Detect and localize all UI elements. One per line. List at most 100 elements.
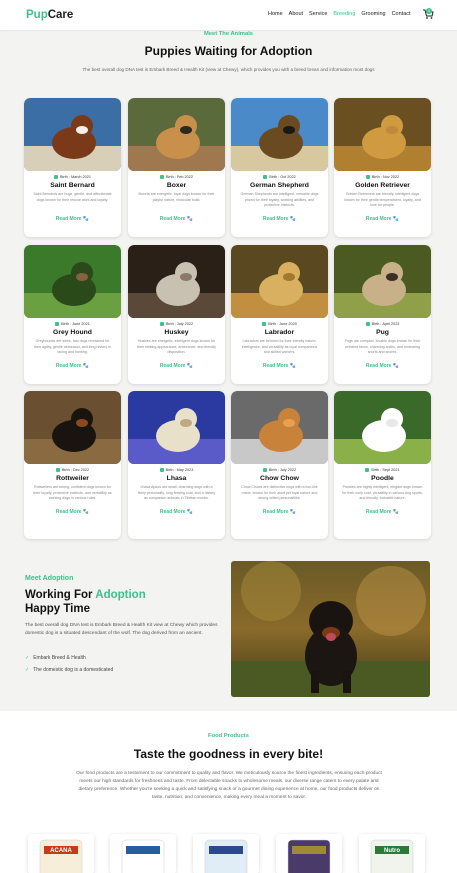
birth-date-text: Birth : Sept 2021 [371, 468, 400, 472]
puppy-photo [334, 98, 431, 171]
food-product-image [193, 834, 259, 873]
puppy-name: Saint Bernard [50, 182, 95, 189]
read-more-link[interactable]: Read More 🐾 [24, 509, 121, 515]
read-more-link[interactable]: Read More 🐾 [128, 363, 225, 369]
puppy-description: Saint Bernards are huge, gentle, and aff… [33, 192, 112, 202]
adoption-eyebrow: Meet Adoption [25, 575, 74, 582]
nav-item-home[interactable]: Home [268, 11, 283, 17]
puppy-card: Birth : June 2020 Labrador Labradors are… [231, 245, 328, 384]
read-more-link[interactable]: Read More 🐾 [128, 216, 225, 222]
birth-date-text: Birth : May 2023 [165, 468, 194, 472]
calendar-icon [159, 322, 164, 326]
food-product-card[interactable]: ACANA [28, 834, 94, 873]
site-logo[interactable]: PupCare [26, 9, 73, 21]
birth-date-text: Birth : Oct 2022 [269, 175, 296, 179]
read-more-link[interactable]: Read More 🐾 [24, 216, 121, 222]
puppy-photo [334, 245, 431, 318]
read-more-link[interactable]: Read More 🐾 [128, 509, 225, 515]
nav-item-service[interactable]: Service [309, 11, 327, 17]
food-product-card[interactable] [110, 834, 176, 873]
read-more-link[interactable]: Read More 🐾 [231, 216, 328, 222]
food-product-card[interactable]: Nutro [359, 834, 425, 873]
calendar-icon [263, 175, 268, 179]
birth-date: Birth : Nov 2022 [334, 175, 431, 179]
rottweiler-photo [231, 561, 430, 697]
adoption-title: Working For Adoption Happy Time [25, 588, 215, 616]
birth-date: Birth : March 2021 [24, 175, 121, 179]
puppy-description: Lhasa Apsos are small, charming dogs wit… [137, 485, 216, 501]
read-more-label: Read More [55, 509, 82, 515]
nav-item-contact[interactable]: Contact [392, 11, 411, 17]
puppy-photo [24, 391, 121, 464]
check-icon: ✓ [25, 655, 30, 661]
birth-date-text: Birth : Feb 2022 [165, 175, 194, 179]
birth-date-text: Birth : July 2022 [268, 468, 297, 472]
puppy-photo [128, 391, 225, 464]
puppy-photo [334, 391, 431, 464]
read-more-link[interactable]: Read More 🐾 [334, 363, 431, 369]
birth-date: Birth : Dec 2022 [24, 468, 121, 472]
puppy-photo [231, 245, 328, 318]
paw-icon: 🐾 [392, 509, 400, 515]
food-product-image: ACANA [28, 834, 94, 873]
logo-text-care: Care [47, 9, 74, 21]
puppy-card: Birth : Sept 2021 Poodle Poodles are hig… [334, 391, 431, 539]
puppy-card: Birth : July 2022 Huskey Huskies are ene… [128, 245, 225, 384]
checklist-item: ✓ Embark Breed & Health [25, 655, 113, 661]
birth-date: Birth : Feb 2022 [128, 175, 225, 179]
birth-date-text: Birth : Nov 2022 [371, 175, 400, 179]
puppy-card: Birth : June 2021 Grey Hound Greyhounds … [24, 245, 121, 384]
food-title: Taste the goodness in every bite! [133, 747, 324, 761]
puppy-card: Birth : Dec 2022 Rottweiler Rottweilers … [24, 391, 121, 539]
checklist-item-label: Embark Breed & Health [33, 655, 86, 661]
food-product-image: Nutro [359, 834, 425, 873]
paw-icon: 🐾 [186, 216, 194, 222]
nav-item-grooming[interactable]: Grooming [361, 11, 385, 17]
puppy-card: Birth : Feb 2022 Boxer Boxers are energe… [128, 98, 225, 237]
puppy-description: Pugs are compact, lovable dogs known for… [344, 339, 421, 355]
puppy-name: Chow Chow [260, 475, 299, 482]
puppy-description: Labradors are beloved for their friendly… [241, 339, 318, 355]
puppy-name: Grey Hound [53, 329, 92, 336]
puppy-card: Birth : Oct 2022 German Shepherd German … [231, 98, 328, 237]
read-more-label: Read More [262, 363, 289, 369]
puppy-name: German Shepherd [250, 182, 309, 189]
svg-text:Nutro: Nutro [384, 848, 400, 854]
puppy-photo [128, 245, 225, 318]
puppy-card: Birth : April 2023 Pug Pugs are compact,… [334, 245, 431, 384]
puppy-name: Boxer [166, 182, 187, 189]
food-product-card[interactable] [193, 834, 259, 873]
nav-item-about[interactable]: About [289, 11, 303, 17]
adoption-title-part-a: Working For [25, 589, 96, 601]
birth-date: Birth : May 2023 [128, 468, 225, 472]
puppy-photo [24, 245, 121, 318]
puppy-name: Lhasa [166, 475, 187, 482]
adoption-title-part-c: Happy Time [25, 603, 90, 615]
read-more-link[interactable]: Read More 🐾 [231, 509, 328, 515]
puppy-name: Pug [376, 329, 389, 336]
check-icon: ✓ [25, 667, 30, 673]
paw-icon: 🐾 [289, 509, 297, 515]
main-menu: Home About Service Breeding Grooming Con… [268, 11, 411, 17]
read-more-link[interactable]: Read More 🐾 [231, 363, 328, 369]
puppy-description: German Shepherds are intelligent, versat… [240, 192, 319, 208]
adoption-title-highlight: Adoption [95, 589, 146, 601]
food-description: Our food products are a testament to our… [76, 771, 382, 800]
food-product-card[interactable] [276, 834, 342, 873]
read-more-link[interactable]: Read More 🐾 [334, 509, 431, 515]
calendar-icon [365, 468, 370, 472]
puppy-description: Chow Chows are distinctive dogs with a l… [241, 485, 318, 501]
read-more-link[interactable]: Read More 🐾 [334, 216, 431, 222]
read-more-link[interactable]: Read More 🐾 [24, 363, 121, 369]
puppy-card: Birth : March 2021 Saint Bernard Saint B… [24, 98, 121, 237]
nav-item-breeding[interactable]: Breeding [333, 11, 355, 17]
calendar-icon [159, 468, 164, 472]
read-more-label: Read More [262, 216, 289, 222]
read-more-label: Read More [159, 509, 186, 515]
paw-icon: 🐾 [289, 216, 297, 222]
logo-text-pup: Pup [26, 9, 48, 21]
cart-count-badge: 0 [426, 8, 432, 14]
read-more-label: Read More [365, 509, 392, 515]
puppy-photo [231, 391, 328, 464]
puppy-description: Greyhounds are sleek, fast dogs renowned… [34, 339, 111, 355]
